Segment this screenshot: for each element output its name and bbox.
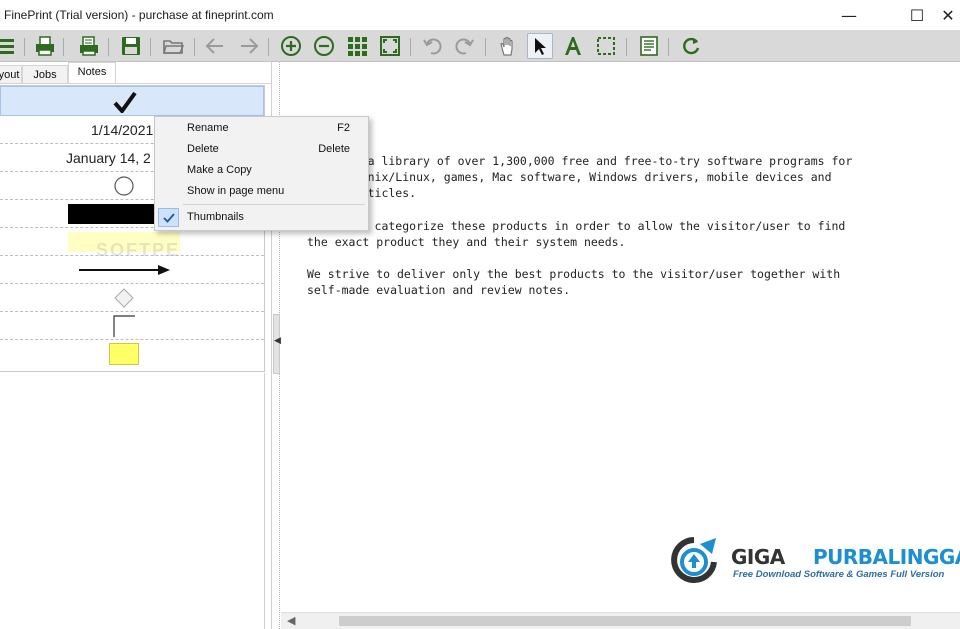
left-panel-empty-area [0, 373, 265, 629]
notes-icon[interactable] [636, 33, 662, 59]
save-icon[interactable] [118, 33, 144, 59]
print-settings-icon[interactable] [76, 33, 102, 59]
list-item[interactable] [0, 312, 264, 340]
splitter-collapse-handle[interactable]: ◀ [273, 314, 281, 374]
logo-icon [671, 537, 717, 583]
brand-tagline: Free Download Software & Games Full Vers… [733, 569, 945, 580]
preview-line: and Unix/Linux, games, Mac software, Win… [333, 170, 832, 184]
list-item[interactable] [0, 284, 264, 312]
list-item[interactable] [0, 86, 264, 116]
circle-shape-icon [114, 176, 134, 196]
selection-tool-icon[interactable] [593, 33, 619, 59]
list-item[interactable] [0, 340, 264, 368]
hand-tool-icon[interactable] [495, 33, 521, 59]
scrollbar-thumb[interactable] [339, 616, 911, 626]
undo-icon[interactable] [420, 33, 446, 59]
brand-name-part1: GIGA [731, 545, 785, 569]
refresh-icon[interactable] [678, 33, 704, 59]
menu-item-rename[interactable]: Rename F2 [155, 118, 368, 139]
fineprint-window: FinePrint (Trial version) - purchase at … [0, 0, 960, 629]
back-arrow-icon[interactable] [202, 33, 228, 59]
checkmark-icon [113, 91, 137, 113]
arrow-line-icon [79, 265, 170, 275]
menu-item-thumbnails[interactable]: Thumbnails [155, 207, 368, 228]
preview-line: a is a library of over 1,300,000 free an… [333, 154, 853, 168]
zoom-in-icon[interactable] [278, 33, 304, 59]
preview-line: self-made evaluation and review notes. [307, 283, 571, 297]
tab-jobs[interactable]: Jobs [22, 65, 68, 84]
tab-notes[interactable]: Notes [68, 62, 116, 84]
fit-page-icon[interactable] [377, 33, 403, 59]
open-folder-icon[interactable] [160, 33, 186, 59]
title-bar: FinePrint (Trial version) - purchase at … [0, 0, 960, 30]
softpedia-watermark: SOFTPE [96, 240, 181, 260]
note-date-long: January 14, 2 [66, 150, 151, 166]
horizontal-scrollbar[interactable]: ◀ [281, 612, 960, 629]
page-preview: a is a library of over 1,300,000 free an… [281, 62, 960, 612]
redo-icon[interactable] [451, 33, 477, 59]
text-tool-icon[interactable] [560, 33, 586, 59]
black-rectangle-icon [68, 204, 156, 224]
diamond-shape-icon [114, 288, 134, 308]
window-title: FinePrint (Trial version) - purchase at … [4, 8, 274, 22]
triangle-left-icon: ◀ [274, 335, 281, 345]
menu-item-delete[interactable]: Delete Delete [155, 139, 368, 160]
panel-tabs: yout Jobs Notes [0, 62, 272, 84]
pointer-tool-icon[interactable] [527, 33, 553, 59]
print-icon[interactable] [32, 33, 58, 59]
minimize-button[interactable]: — [827, 0, 871, 30]
thumbnail-grid-icon[interactable] [344, 33, 370, 59]
corner-bracket-icon [113, 315, 135, 337]
preview-line: We strive to deliver only the best produ… [307, 267, 841, 281]
note-date-short: 1/14/2021 [91, 122, 154, 138]
menu-item-show-in-page-menu[interactable]: Show in page menu [155, 181, 368, 202]
maximize-button[interactable]: ☐ [895, 0, 939, 30]
sticky-note-icon [109, 343, 139, 365]
forward-arrow-icon[interactable] [236, 33, 262, 59]
toolbar [0, 30, 960, 62]
tab-layout[interactable]: yout [0, 65, 22, 84]
menu-icon[interactable] [0, 33, 20, 59]
preview-line: the exact product they and their system … [307, 235, 626, 249]
preview-line: w and categorize these products in order… [333, 219, 846, 233]
close-button[interactable]: ✕ [936, 0, 960, 30]
context-menu: Rename F2 Delete Delete Make a Copy Show… [154, 116, 369, 231]
menu-item-make-a-copy[interactable]: Make a Copy [155, 160, 368, 181]
zoom-out-icon[interactable] [311, 33, 337, 59]
gigapurbalingga-watermark: GIGA PURBALINGGA Free Download Software … [666, 534, 960, 586]
scroll-left-icon[interactable]: ◀ [287, 614, 295, 627]
brand-name-part2: PURBALINGGA [813, 545, 960, 569]
check-icon [158, 208, 179, 227]
